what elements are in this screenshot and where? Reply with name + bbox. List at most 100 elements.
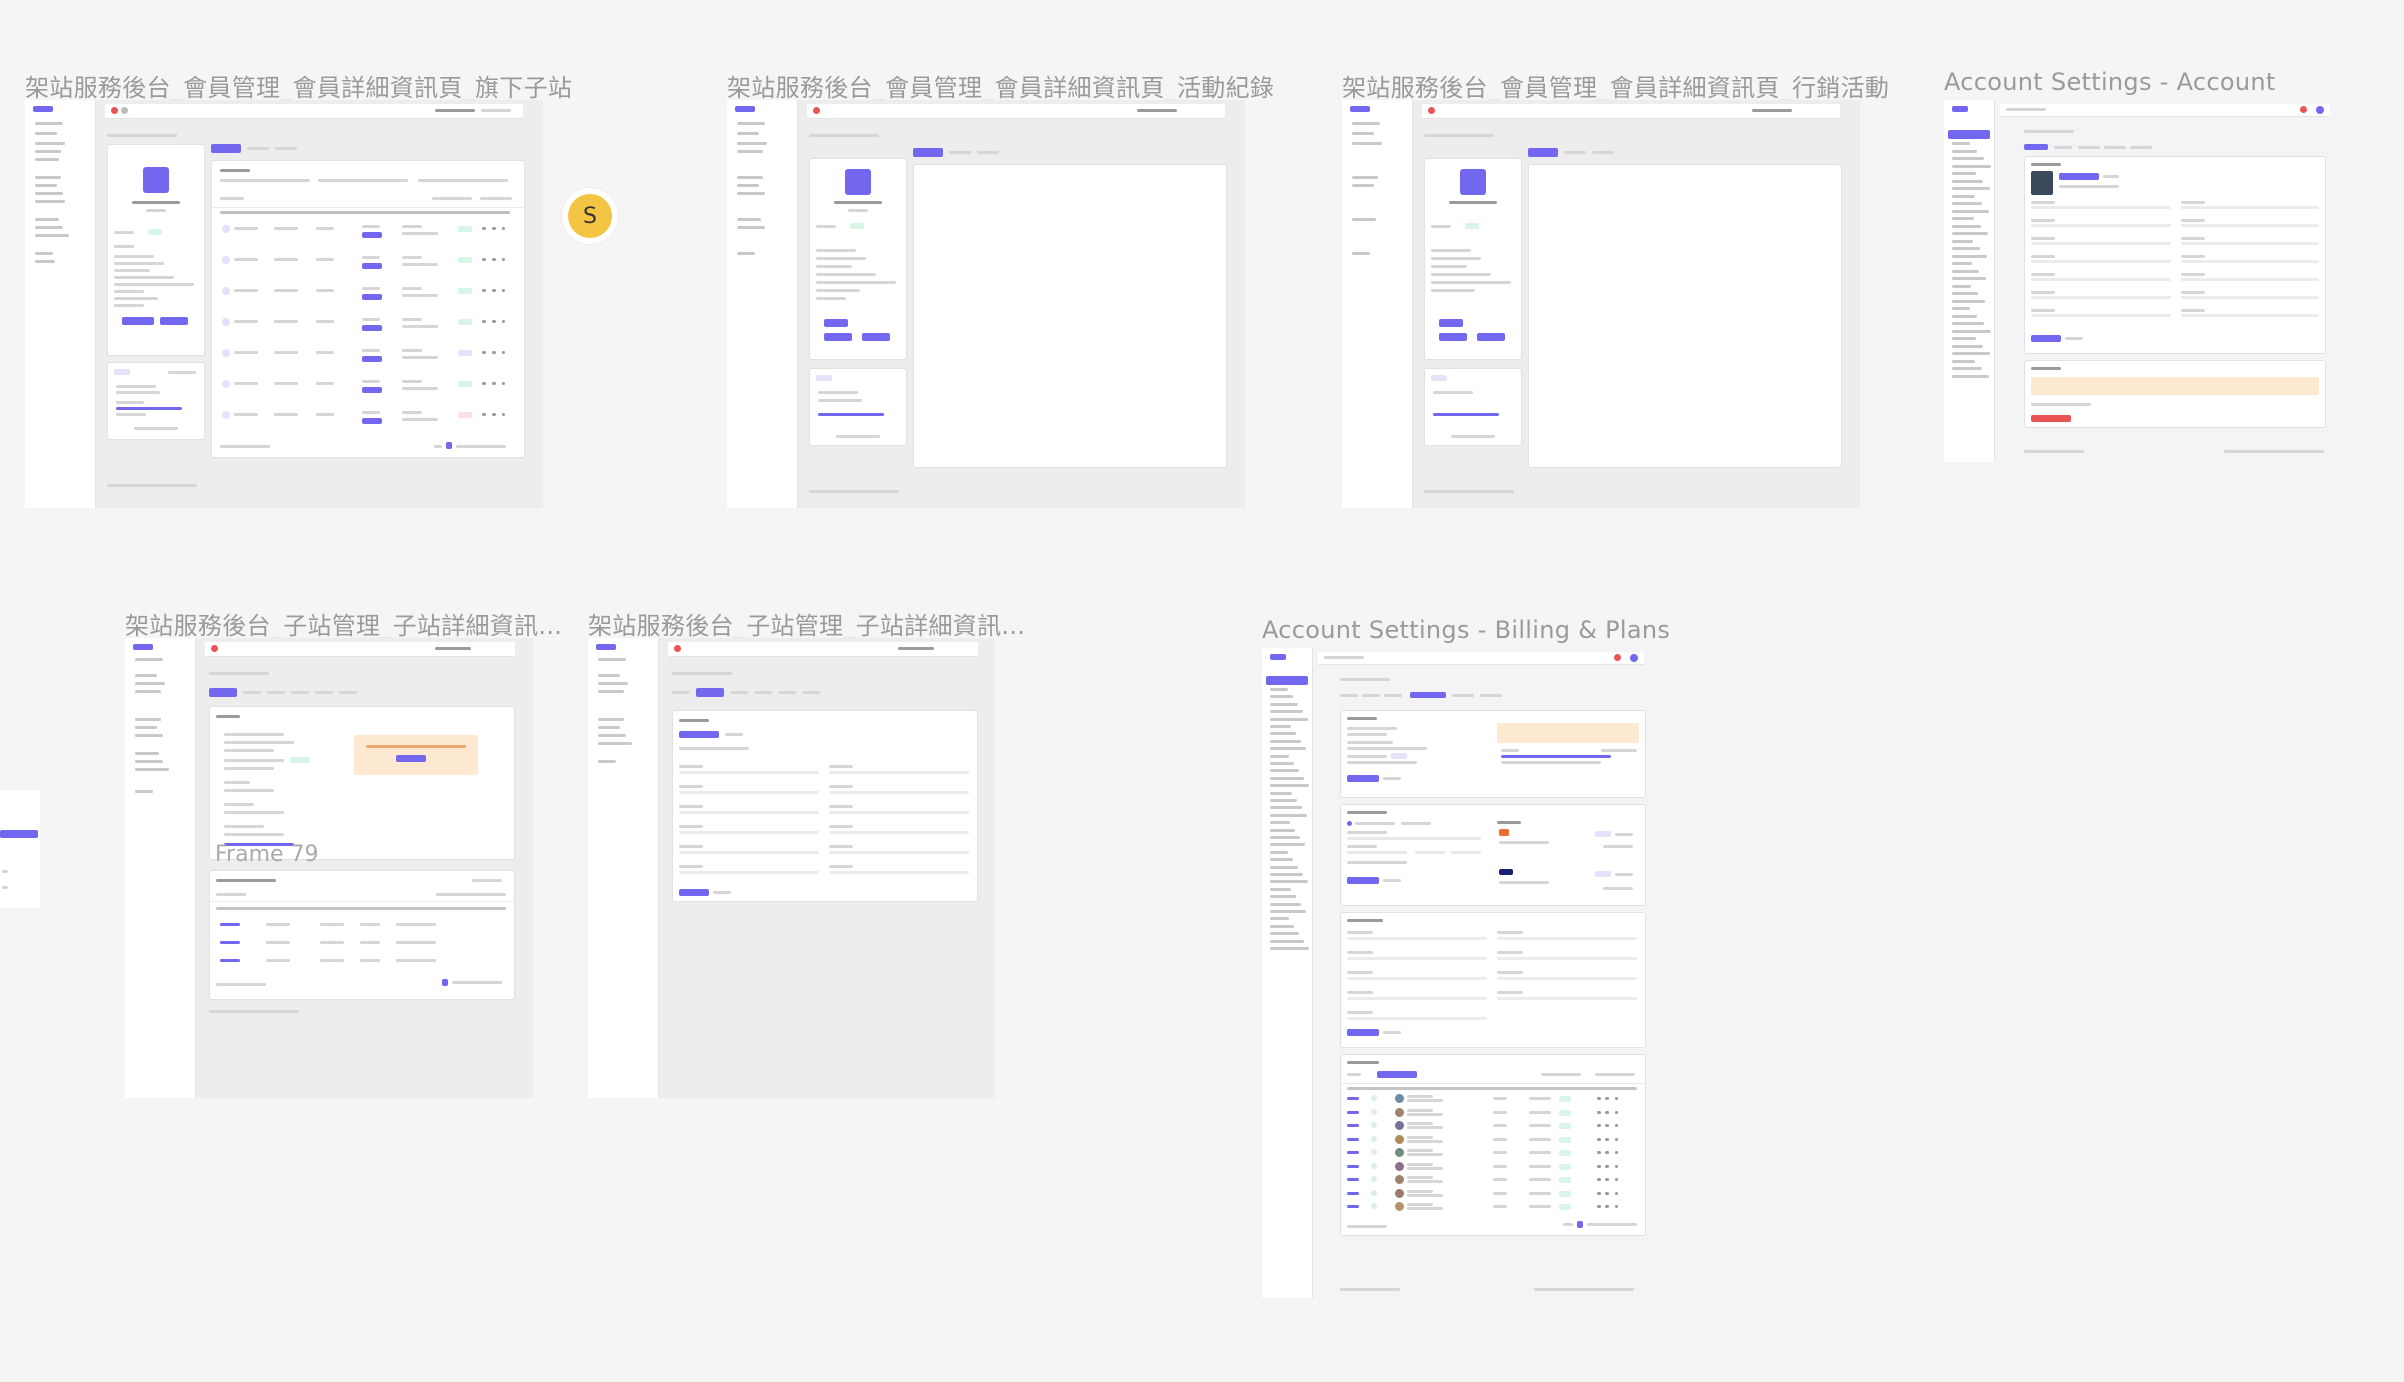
skeleton-line [679, 825, 703, 828]
skeleton-line [2031, 314, 2171, 317]
skeleton-line [458, 226, 472, 232]
subsite-records-card [209, 870, 515, 1000]
billing-history-card [1340, 1054, 1646, 1236]
skeleton-line [1407, 1189, 1433, 1193]
skeleton-line [1270, 932, 1299, 936]
skeleton-line [402, 232, 438, 235]
frame-subsite-detail-1[interactable]: Frame 79 [125, 638, 533, 1098]
frame-title-account-settings-account[interactable]: Account Settings - Account [1944, 68, 2276, 96]
frame-subsite-detail-2[interactable] [588, 638, 994, 1098]
skeleton-line [1952, 194, 1975, 198]
skeleton-line [1597, 1124, 1601, 1127]
skeleton-line [1493, 1164, 1507, 1168]
skeleton-line [2031, 224, 2171, 227]
skeleton-line [1347, 1011, 1373, 1014]
skeleton-line [1270, 799, 1297, 802]
skeleton-line [1270, 850, 1288, 854]
skeleton-line [1407, 1153, 1443, 1156]
skeleton-line [1952, 277, 1986, 280]
skeleton-line [1559, 1123, 1571, 1129]
frame-title-member-subsites[interactable]: 架站服務後台_會員管理_會員詳細資訊頁_旗下子站 [25, 68, 572, 103]
skeleton-line [1615, 1205, 1618, 1208]
skeleton-line [1605, 1191, 1609, 1195]
skeleton-line [316, 227, 334, 230]
skeleton-line [679, 805, 703, 808]
skeleton-line [1952, 157, 1984, 160]
frame-billing-plans[interactable] [1262, 648, 1652, 1298]
skeleton-line [2031, 201, 2055, 204]
sidebar [25, 100, 96, 508]
frame-member-subsites[interactable] [25, 100, 543, 508]
skeleton-line [1407, 1166, 1443, 1170]
frame-member-marketing[interactable] [1342, 100, 1860, 508]
frame-title-billing-plans[interactable]: Account Settings - Billing & Plans [1262, 616, 1670, 644]
skeleton-line [274, 289, 298, 292]
skeleton-line [1347, 1151, 1359, 1154]
skeleton-line [1597, 1151, 1601, 1154]
skeleton-line [679, 791, 819, 794]
frame-title-subsite-detail-2[interactable]: 架站服務後台_子站管理_子站詳細資訊... [588, 606, 1025, 641]
skeleton-line [1407, 1095, 1433, 1098]
skeleton-line [1270, 762, 1294, 765]
skeleton-line [1407, 1126, 1443, 1129]
frame-member-activity-log[interactable] [727, 100, 1245, 508]
skeleton-line [274, 351, 298, 354]
skeleton-line [1559, 1150, 1571, 1156]
skeleton-line [2181, 291, 2205, 294]
skeleton-line [1270, 806, 1302, 810]
skeleton-line [1493, 1191, 1507, 1195]
skeleton-line [274, 320, 298, 323]
skeleton-line [1952, 284, 1971, 288]
skeleton-line [1559, 1109, 1571, 1116]
skeleton-line [362, 256, 380, 259]
skeleton-line [1605, 1124, 1609, 1127]
status-icon [1371, 1135, 1377, 1142]
skeleton-line [1559, 1177, 1571, 1183]
skeleton-line [1493, 1205, 1507, 1208]
skeleton-line [1347, 957, 1487, 960]
skeleton-line [492, 258, 496, 261]
skeleton-line [1952, 217, 1974, 220]
skeleton-line [492, 382, 496, 385]
client-avatar [1395, 1188, 1404, 1198]
skeleton-line [1347, 1137, 1359, 1141]
skeleton-line [1952, 209, 1989, 213]
skeleton-line [362, 232, 382, 238]
member-profile-card [107, 144, 205, 356]
frame-title-subsite-detail-1[interactable]: 架站服務後台_子站管理_子站詳細資訊... [125, 606, 562, 641]
skeleton-line [362, 349, 380, 352]
skeleton-line [1615, 1097, 1618, 1100]
status-icon [1371, 1122, 1377, 1128]
skeleton-line [1529, 1110, 1551, 1114]
frame-account-settings-account[interactable] [1944, 100, 2336, 462]
row-avatar [222, 318, 230, 326]
skeleton-line [362, 294, 382, 300]
skeleton-line [1597, 1097, 1601, 1100]
skeleton-line [2181, 255, 2205, 258]
frame-title-member-marketing[interactable]: 架站服務後台_會員管理_會員詳細資訊頁_行銷活動 [1342, 68, 1889, 103]
skeleton-line [1270, 880, 1308, 884]
skeleton-line [1597, 1205, 1601, 1208]
skeleton-line [1347, 1191, 1359, 1195]
frame-title-member-activity-log[interactable]: 架站服務後台_會員管理_會員詳細資訊頁_活動紀錄 [727, 68, 1274, 103]
skeleton-line [458, 257, 472, 263]
subsites-table-card [211, 160, 525, 458]
skeleton-line [1493, 1124, 1507, 1127]
skeleton-line [2181, 206, 2319, 209]
skeleton-line [362, 380, 380, 383]
skeleton-line [1270, 791, 1292, 795]
skeleton-line [1407, 1207, 1443, 1210]
client-avatar [1395, 1175, 1404, 1184]
collaborator-avatar[interactable]: S [562, 188, 618, 244]
skeleton-line [1407, 1149, 1433, 1152]
frame-partial-left[interactable] [0, 790, 40, 908]
skeleton-line [502, 413, 505, 416]
skeleton-line [1270, 717, 1308, 721]
skeleton-line [1597, 1178, 1601, 1181]
skeleton-line [1407, 1135, 1433, 1139]
logo [33, 106, 53, 112]
skeleton-line [1529, 1178, 1551, 1181]
skeleton-line [492, 351, 496, 354]
skeleton-line [1407, 1180, 1443, 1183]
skeleton-line [1407, 1112, 1443, 1116]
